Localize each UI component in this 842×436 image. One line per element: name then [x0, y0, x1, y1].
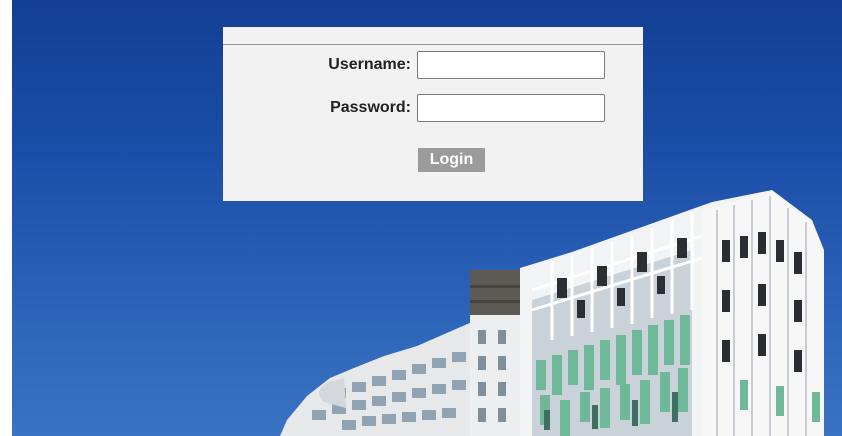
username-input[interactable]: [417, 51, 605, 79]
panel-divider: [223, 44, 643, 45]
password-label: Password:: [330, 99, 411, 116]
password-row: Password:: [223, 94, 643, 122]
login-button[interactable]: Login: [418, 148, 485, 172]
username-label: Username:: [328, 56, 411, 73]
username-row: Username:: [223, 51, 643, 79]
login-page: Username: Password: Login: [0, 0, 842, 436]
login-panel: Username: Password: Login: [223, 27, 643, 201]
password-input[interactable]: [417, 94, 605, 122]
